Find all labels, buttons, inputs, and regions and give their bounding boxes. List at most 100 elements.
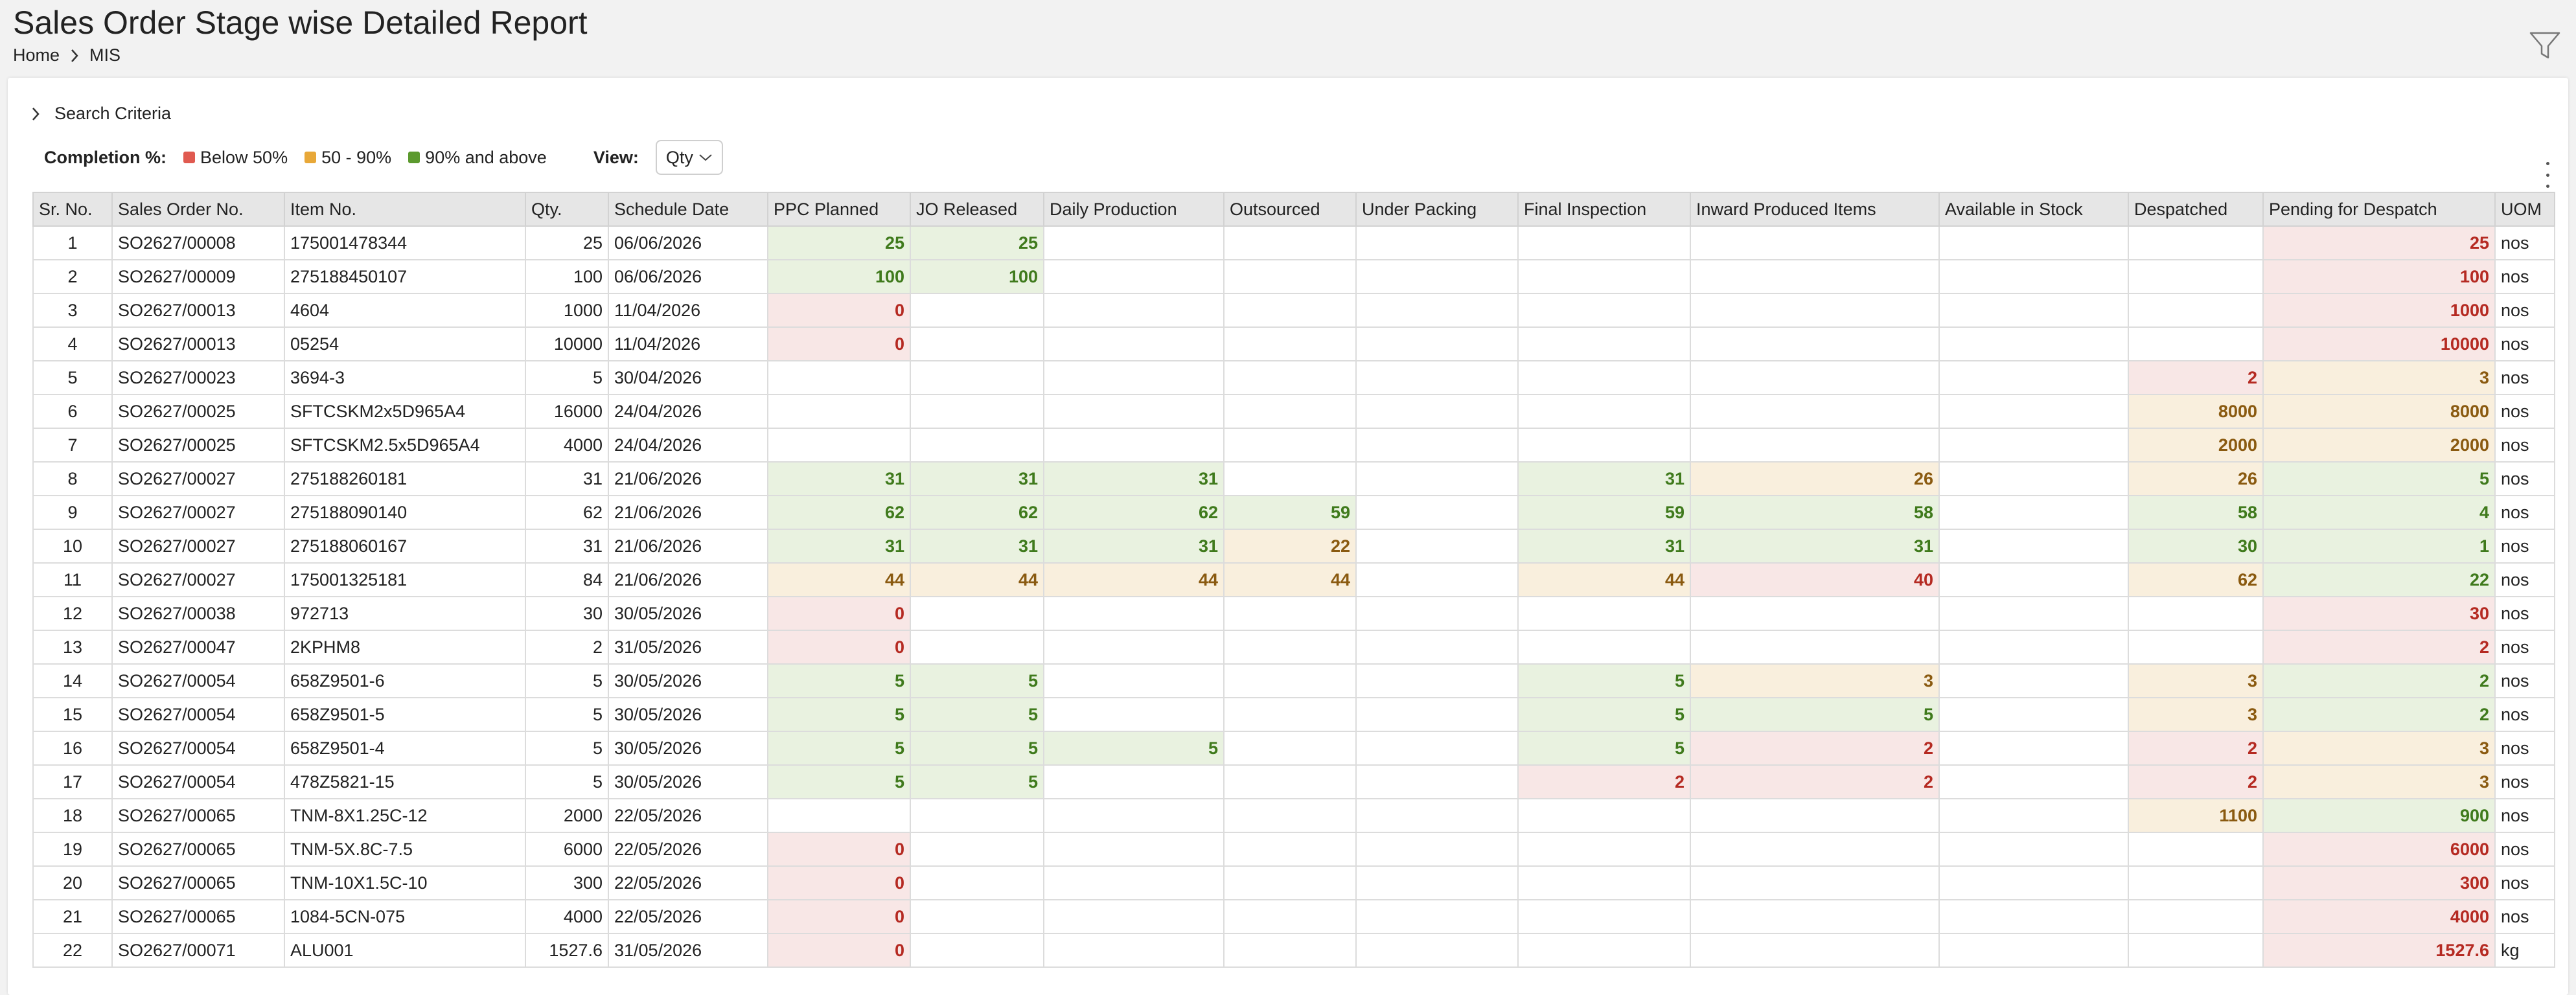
- cell-uom: kg: [2494, 933, 2555, 968]
- cell-sr-no: 8: [32, 461, 113, 496]
- cell-under-packing: [1355, 293, 1519, 328]
- column-header-schedule-date[interactable]: Schedule Date: [608, 192, 768, 227]
- search-criteria-toggle[interactable]: Search Criteria: [31, 104, 171, 124]
- cell-jo-released: 44: [910, 562, 1044, 597]
- cell-under-packing: [1355, 697, 1519, 732]
- view-select-value: Qty: [665, 147, 693, 167]
- cell-pending-for-despatch: 8000: [2262, 394, 2496, 429]
- cell-jo-released: [910, 293, 1044, 328]
- cell-inward-produced-items: 40: [1690, 562, 1940, 597]
- cell-available-in-stock: [1938, 562, 2129, 597]
- cell-outsourced: [1223, 933, 1357, 968]
- column-header-outsourced[interactable]: Outsourced: [1223, 192, 1357, 227]
- more-vertical-icon[interactable]: [2541, 162, 2554, 188]
- column-header-final-inspection[interactable]: Final Inspection: [1517, 192, 1691, 227]
- cell-pending-for-despatch: 4000: [2262, 899, 2496, 934]
- cell-qty: 100: [525, 259, 609, 294]
- cell-ppc-planned: 0: [767, 630, 911, 665]
- cell-inward-produced-items: [1690, 798, 1940, 833]
- legend-title: Completion %:: [44, 147, 167, 167]
- table-row: 4 SO2627/00013 05254 10000 11/04/2026 0 10000 n…: [32, 326, 2555, 361]
- column-header-jo-released[interactable]: JO Released: [910, 192, 1044, 227]
- column-header-pending-for-despatch[interactable]: Pending for Despatch: [2262, 192, 2496, 227]
- column-header-sales-order-no[interactable]: Sales Order No.: [111, 192, 285, 227]
- cell-daily-production: [1043, 832, 1225, 867]
- cell-item-no: 275188450107: [284, 259, 526, 294]
- cell-final-inspection: [1517, 933, 1691, 968]
- cell-ppc-planned: 5: [767, 663, 911, 698]
- cell-sr-no: 16: [32, 731, 113, 766]
- column-header-daily-production[interactable]: Daily Production: [1043, 192, 1225, 227]
- cell-sales-order-no: SO2627/00054: [111, 731, 285, 766]
- cell-item-no: 658Z9501-6: [284, 663, 526, 698]
- cell-uom: nos: [2494, 596, 2555, 631]
- column-header-despatched[interactable]: Despatched: [2128, 192, 2264, 227]
- column-header-ppc-planned[interactable]: PPC Planned: [767, 192, 911, 227]
- cell-under-packing: [1355, 326, 1519, 361]
- cell-available-in-stock: [1938, 461, 2129, 496]
- cell-pending-for-despatch: 5: [2262, 461, 2496, 496]
- cell-daily-production: 31: [1043, 529, 1225, 564]
- cell-under-packing: [1355, 731, 1519, 766]
- column-header-qty[interactable]: Qty.: [525, 192, 609, 227]
- column-header-item-no[interactable]: Item No.: [284, 192, 526, 227]
- cell-sr-no: 18: [32, 798, 113, 833]
- cell-despatched: [2128, 326, 2264, 361]
- view-select[interactable]: Qty: [655, 140, 723, 175]
- breadcrumb-mis[interactable]: MIS: [89, 45, 121, 65]
- cell-final-inspection: 31: [1517, 461, 1691, 496]
- cell-jo-released: [910, 899, 1044, 934]
- table-row: 12 SO2627/00038 972713 30 30/05/2026 0 30 nos: [32, 596, 2555, 631]
- cell-qty: 31: [525, 461, 609, 496]
- table-row: 19 SO2627/00065 TNM-5X.8C-7.5 6000 22/05/202…: [32, 832, 2555, 867]
- cell-daily-production: [1043, 798, 1225, 833]
- cell-item-no: 275188260181: [284, 461, 526, 496]
- cell-pending-for-despatch: 100: [2262, 259, 2496, 294]
- cell-under-packing: [1355, 798, 1519, 833]
- cell-final-inspection: [1517, 428, 1691, 463]
- cell-sales-order-no: SO2627/00027: [111, 461, 285, 496]
- cell-daily-production: [1043, 596, 1225, 631]
- cell-uom: nos: [2494, 562, 2555, 597]
- cell-pending-for-despatch: 3: [2262, 360, 2496, 395]
- table-row: 10 SO2627/00027 275188060167 31 21/06/2026 31…: [32, 529, 2555, 564]
- cell-outsourced: [1223, 394, 1357, 429]
- cell-qty: 5: [525, 360, 609, 395]
- cell-qty: 5: [525, 697, 609, 732]
- cell-sales-order-no: SO2627/00038: [111, 596, 285, 631]
- cell-item-no: 175001325181: [284, 562, 526, 597]
- cell-outsourced: [1223, 293, 1357, 328]
- cell-under-packing: [1355, 764, 1519, 799]
- cell-outsourced: [1223, 326, 1357, 361]
- page-title: Sales Order Stage wise Detailed Report: [13, 5, 588, 41]
- cell-pending-for-despatch: 2: [2262, 663, 2496, 698]
- column-header-under-packing[interactable]: Under Packing: [1355, 192, 1519, 227]
- cell-despatched: 58: [2128, 495, 2264, 530]
- column-header-uom[interactable]: UOM: [2494, 192, 2555, 227]
- column-header-available-in-stock[interactable]: Available in Stock: [1938, 192, 2129, 227]
- search-criteria-label: Search Criteria: [54, 104, 172, 123]
- cell-under-packing: [1355, 562, 1519, 597]
- column-header-inward-produced-items[interactable]: Inward Produced Items: [1690, 192, 1940, 227]
- cell-pending-for-despatch: 10000: [2262, 326, 2496, 361]
- breadcrumb-home[interactable]: Home: [13, 45, 60, 65]
- cell-sales-order-no: SO2627/00065: [111, 798, 285, 833]
- column-header-sr-no[interactable]: Sr. No.: [32, 192, 113, 227]
- table-row: 3 SO2627/00013 4604 1000 11/04/2026 0 1000 nos: [32, 293, 2555, 328]
- cell-item-no: 3694-3: [284, 360, 526, 395]
- legend-row: Completion %: Below 50% 50 - 90% 90% and…: [44, 140, 723, 175]
- cell-despatched: [2128, 259, 2264, 294]
- cell-jo-released: [910, 596, 1044, 631]
- filter-button[interactable]: [2527, 30, 2563, 62]
- cell-jo-released: [910, 832, 1044, 867]
- cell-under-packing: [1355, 663, 1519, 698]
- cell-inward-produced-items: [1690, 394, 1940, 429]
- cell-schedule-date: 24/04/2026: [608, 428, 768, 463]
- cell-uom: nos: [2494, 360, 2555, 395]
- cell-schedule-date: 22/05/2026: [608, 899, 768, 934]
- cell-jo-released: 5: [910, 663, 1044, 698]
- cell-jo-released: 5: [910, 731, 1044, 766]
- cell-available-in-stock: [1938, 865, 2129, 900]
- cell-daily-production: [1043, 899, 1225, 934]
- cell-ppc-planned: [767, 798, 911, 833]
